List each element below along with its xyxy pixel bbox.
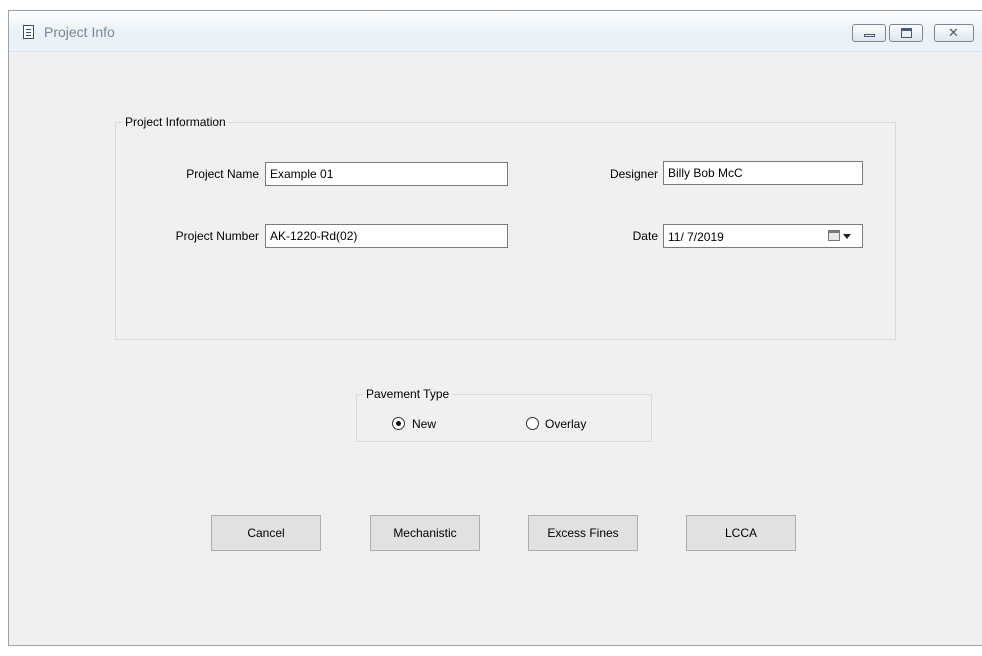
close-button[interactable]: ✕ bbox=[934, 24, 974, 42]
window-title: Project Info bbox=[44, 24, 115, 40]
date-picker[interactable]: 11/ 7/2019 bbox=[663, 224, 863, 248]
date-label: Date bbox=[632, 229, 658, 243]
calendar-icon bbox=[828, 230, 840, 241]
project-name-input[interactable] bbox=[265, 162, 508, 186]
chevron-down-icon bbox=[843, 234, 851, 239]
minimize-icon bbox=[864, 34, 875, 37]
maximize-icon bbox=[901, 28, 912, 38]
project-information-group: Project Information Project Name Project… bbox=[115, 115, 896, 340]
pavement-overlay-radio[interactable] bbox=[526, 417, 539, 430]
close-icon: ✕ bbox=[948, 25, 959, 40]
calendar-dropdown-button[interactable] bbox=[828, 228, 858, 244]
minimize-button[interactable] bbox=[852, 24, 886, 42]
pavement-new-radio[interactable] bbox=[392, 417, 405, 430]
pavement-overlay-label[interactable]: Overlay bbox=[545, 417, 586, 431]
lcca-button[interactable]: LCCA bbox=[686, 515, 796, 551]
date-value: 11/ 7/2019 bbox=[668, 230, 724, 244]
mechanistic-button[interactable]: Mechanistic bbox=[370, 515, 480, 551]
pavement-new-label[interactable]: New bbox=[412, 417, 436, 431]
pavement-type-legend: Pavement Type bbox=[363, 387, 453, 401]
maximize-button[interactable] bbox=[889, 24, 923, 42]
project-name-label: Project Name bbox=[186, 167, 259, 181]
excess-fines-button[interactable]: Excess Fines bbox=[528, 515, 638, 551]
project-info-window: Project Info ✕ Project Information Proje… bbox=[8, 10, 982, 646]
radio-selected-dot bbox=[396, 421, 401, 426]
pavement-type-group: Pavement Type New Overlay bbox=[356, 387, 652, 442]
title-bar[interactable]: Project Info ✕ bbox=[9, 11, 982, 52]
project-number-label: Project Number bbox=[175, 229, 259, 243]
document-icon bbox=[23, 25, 34, 39]
designer-label: Designer bbox=[609, 167, 658, 181]
project-number-input[interactable] bbox=[265, 224, 508, 248]
designer-input[interactable] bbox=[663, 161, 863, 185]
project-information-legend: Project Information bbox=[122, 115, 229, 129]
cancel-button[interactable]: Cancel bbox=[211, 515, 321, 551]
